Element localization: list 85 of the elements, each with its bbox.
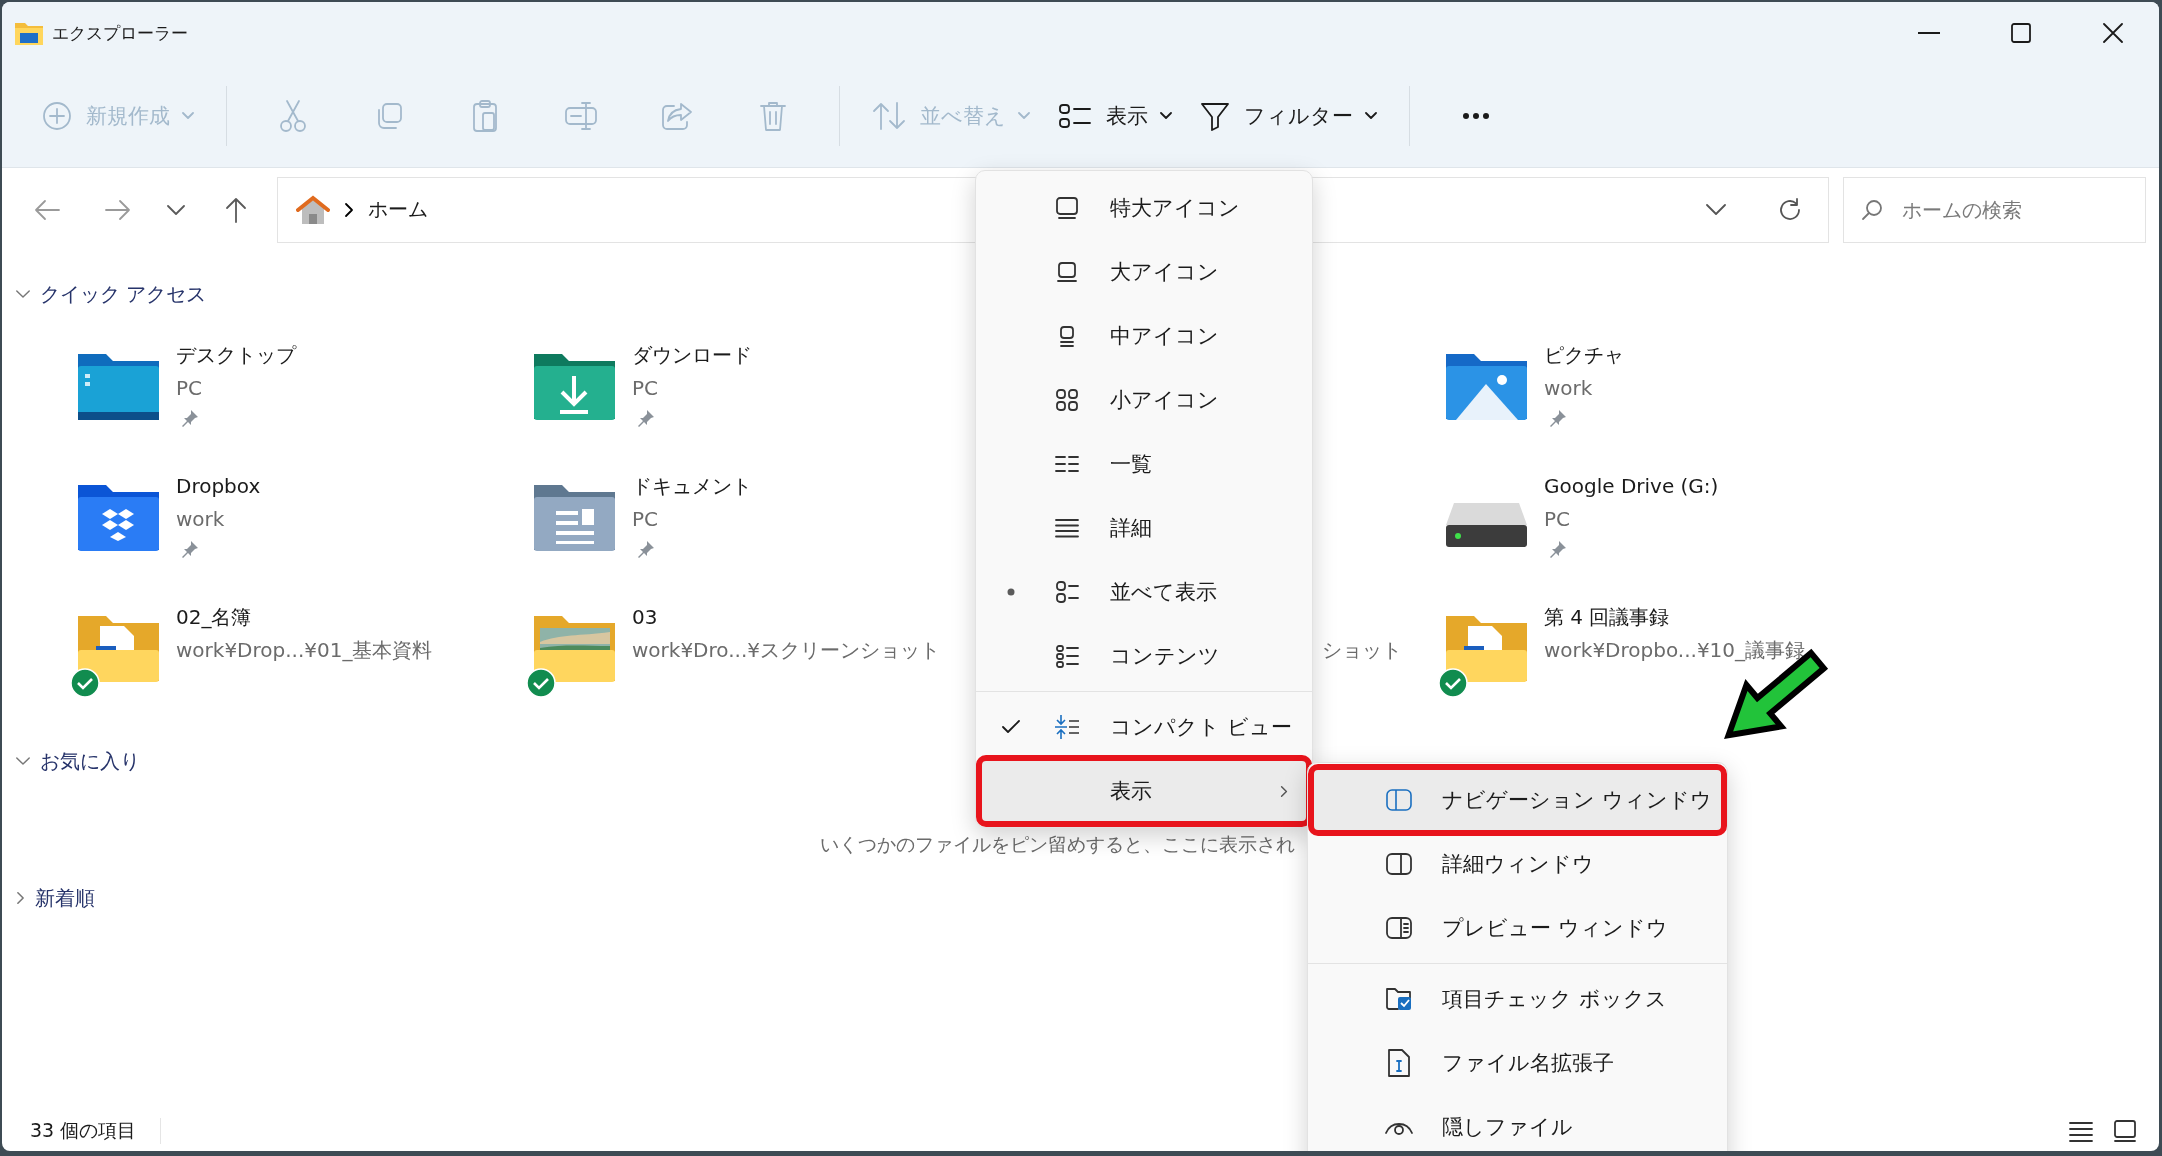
breadcrumb[interactable]: ホーム <box>368 196 428 223</box>
item-location: ショット <box>1322 637 1402 664</box>
item-location: PC <box>176 375 204 402</box>
chevron-down-icon <box>1706 203 1726 216</box>
item-name[interactable]: Google Drive (G:) <box>1544 471 1719 501</box>
menu-item[interactable]: 項目チェック ボックス <box>1312 967 1723 1031</box>
more-icon <box>1462 111 1490 120</box>
menu-item[interactable]: 一覧 <box>980 432 1308 496</box>
lines-icon <box>1055 516 1079 540</box>
share-icon <box>661 100 693 131</box>
sort-icon <box>872 100 906 131</box>
home-icon <box>296 194 330 225</box>
compact-icon <box>1055 714 1079 740</box>
caret-icon <box>1160 111 1172 120</box>
menu-item[interactable]: 詳細ウィンドウ <box>1312 832 1723 896</box>
item-name[interactable]: ドキュメント <box>632 471 752 501</box>
details-view-icon <box>2069 1120 2093 1142</box>
chevron-down-icon <box>167 204 185 215</box>
section-header[interactable]: お気に入り <box>16 743 140 779</box>
empty-message: いくつかのファイルをピン留めすると、ここに表示され <box>820 832 1295 857</box>
item-location: work <box>176 506 226 533</box>
preview-pane-icon <box>1386 917 1412 939</box>
large-tile-icon <box>1055 196 1079 220</box>
menu-item[interactable]: 詳細 <box>980 496 1308 560</box>
menu-item[interactable]: コンテンツ <box>980 624 1308 688</box>
minimize-icon <box>1918 32 1940 34</box>
large-tile-icon <box>1055 260 1079 284</box>
checkbox-folder-icon <box>1386 986 1412 1012</box>
menu-item[interactable]: 中アイコン <box>980 304 1308 368</box>
section-header[interactable]: クイック アクセス <box>16 276 207 312</box>
item-location: work <box>1544 375 1594 402</box>
menu-item[interactable]: 特大アイコン <box>980 176 1308 240</box>
menu-item[interactable]: ファイル名拡張子 <box>1312 1031 1723 1095</box>
item-location: PC <box>1544 506 1572 533</box>
folder-icon <box>14 20 44 46</box>
content-icon <box>1055 644 1079 668</box>
item-location: work¥Dro...¥スクリーンショット <box>632 637 940 664</box>
filter-icon <box>1200 100 1230 131</box>
add-icon <box>42 100 72 131</box>
search-field[interactable]: ホームの検索 <box>1843 176 2146 243</box>
chevron-right-icon <box>344 201 354 218</box>
refresh-icon <box>1777 196 1803 223</box>
forward-icon <box>105 198 131 221</box>
item-count: 33 個の項目 <box>30 1118 162 1144</box>
up-icon <box>225 196 247 223</box>
item-location: work¥Drop...¥01_基本資料 <box>176 637 433 664</box>
menu-item[interactable]: 隠しファイル <box>1312 1095 1723 1151</box>
menu-item[interactable]: 小アイコン <box>980 368 1308 432</box>
menu-item[interactable]: プレビュー ウィンドウ <box>1312 896 1723 960</box>
window-title: エクスプローラー <box>52 21 189 45</box>
caret-icon <box>1365 111 1377 120</box>
tiles-icon <box>1055 580 1079 604</box>
item-location: work¥Dropbo...¥10_議事録 <box>1544 637 1806 664</box>
chevron-right-icon <box>1280 784 1288 798</box>
view-options-icon <box>1058 101 1092 130</box>
item-name[interactable]: ピクチャ <box>1544 340 1624 370</box>
item-name[interactable]: 第 4 回議事録 <box>1544 602 1806 632</box>
menu-item[interactable]: 並べて表示 <box>980 560 1308 624</box>
close-icon <box>2103 23 2123 43</box>
item-name[interactable]: ダウンロード <box>632 340 752 370</box>
menu-item[interactable]: コンパクト ビュー <box>980 695 1308 759</box>
pane-icon <box>1386 853 1412 875</box>
caret-icon <box>1018 111 1030 120</box>
back-icon <box>34 198 60 221</box>
section-header[interactable]: 新着順 <box>16 880 95 916</box>
grid-icon <box>1055 388 1079 412</box>
pane-icon <box>1386 789 1412 811</box>
item-location: PC <box>632 375 660 402</box>
item-name[interactable]: デスクトップ <box>176 340 296 370</box>
file-icon <box>1388 1049 1410 1077</box>
trash-icon <box>759 99 787 132</box>
clipboard-icon <box>471 98 499 133</box>
item-name[interactable]: 03 <box>632 602 940 632</box>
caret-icon <box>182 111 194 120</box>
item-name[interactable]: Dropbox <box>176 471 261 501</box>
toolbar-button[interactable]: フィルター <box>1186 86 1391 145</box>
tiles-view-icon <box>2113 1119 2137 1143</box>
rename-icon <box>564 100 598 131</box>
toolbar-button[interactable]: 表示 <box>1044 86 1186 145</box>
item-location: PC <box>632 506 660 533</box>
scissors-icon <box>278 98 308 133</box>
item-name[interactable]: 02_名簿 <box>176 602 433 632</box>
search-icon <box>1861 198 1883 221</box>
maximize-icon <box>2011 23 2031 43</box>
menu-item[interactable]: 大アイコン <box>980 240 1308 304</box>
